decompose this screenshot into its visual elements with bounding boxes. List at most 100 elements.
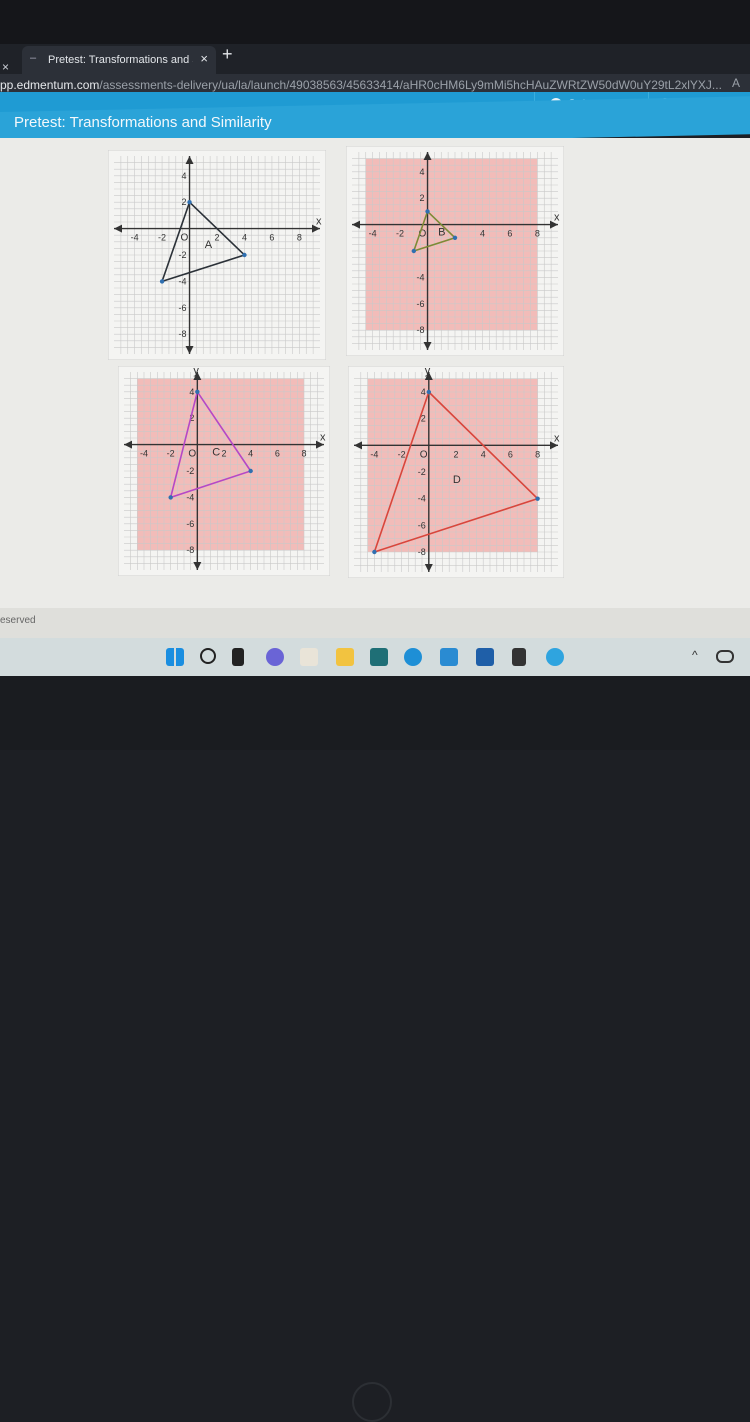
edge-icon[interactable] (404, 648, 422, 666)
x-tick-label: 6 (508, 449, 513, 459)
x-tick-label: 4 (480, 229, 485, 239)
y-tick-label: -2 (179, 250, 187, 260)
x-tick-label: 2 (214, 233, 219, 243)
origin-label: O (181, 233, 189, 244)
y-tick-label: -8 (418, 547, 426, 557)
vertex-point (187, 200, 192, 205)
url-text[interactable]: pp.edmentum.com/assessments-delivery/ua/… (0, 78, 722, 92)
y-tick-label: 4 (420, 167, 425, 177)
os-top-bar (0, 0, 750, 48)
vertex-point (248, 468, 253, 474)
file-explorer-icon[interactable] (336, 648, 354, 666)
x-tick-label: 4 (242, 233, 247, 243)
page-title: Pretest: Transformations and Similarity (14, 114, 272, 131)
dropbox-icon[interactable] (512, 648, 526, 666)
x-tick-label: -2 (158, 233, 166, 243)
mail-icon[interactable] (440, 648, 458, 666)
task-view-icon[interactable] (232, 648, 244, 666)
x-tick-label: -2 (398, 449, 406, 459)
x-tick-label: 6 (269, 233, 274, 243)
tab-favicon-icon: – (30, 52, 37, 64)
graph-option-d[interactable]: xy-4 -2 2 4 6 842-2-4-6-8OD (348, 366, 564, 578)
close-icon[interactable]: × (2, 60, 9, 74)
question-content: x -4 -2 2 4 6 8 4 2 -2 -4 -6 -8 O A x -4 -2 4 6 8 4 2 -4 -6 -8 O B… (0, 138, 750, 608)
y-tick-label: -2 (418, 467, 426, 477)
read-aloud-icon[interactable]: A (732, 76, 740, 90)
x-tick-label: 8 (301, 449, 306, 459)
y-tick-label: -8 (186, 545, 194, 555)
new-tab-button[interactable]: + (222, 44, 233, 65)
graph-option-a[interactable]: x -4 -2 2 4 6 8 4 2 -2 -4 -6 -8 O A (108, 150, 326, 360)
x-tick-label: 8 (535, 229, 540, 239)
graph-option-c[interactable]: xy-4 -2 2 4 6 842-2-4-6-8O C (118, 366, 330, 576)
url-host: pp.edmentum.com (0, 78, 100, 92)
x-tick-label: 4 (481, 449, 486, 459)
y-tick-label: 2 (182, 197, 187, 207)
show-hidden-icons-icon[interactable]: ^ (692, 648, 698, 662)
x-tick-label: -4 (370, 449, 378, 459)
skype-icon[interactable] (546, 648, 564, 666)
vertex-point (168, 495, 173, 500)
x-tick-label: -2 (396, 229, 404, 239)
x-tick-label: 4 (248, 449, 253, 459)
x-tick-label: 6 (507, 229, 512, 239)
x-tick-label: 2 (221, 449, 226, 459)
windows-taskbar: ^ (0, 638, 750, 676)
y-tick-label: -4 (418, 494, 426, 504)
x-axis-label: x (320, 432, 326, 444)
vertex-point (242, 252, 247, 258)
triangle-label: C (212, 446, 220, 458)
y-tick-label: -6 (186, 519, 194, 529)
x-tick-label: 8 (297, 233, 302, 243)
y-tick-label: -2 (186, 466, 194, 476)
x-tick-label: -2 (167, 449, 175, 459)
tab-title: Pretest: Transformations and Sim (48, 54, 193, 66)
x-axis-label: x (554, 432, 560, 444)
origin-label: O (188, 449, 196, 460)
origin-label: O (420, 449, 428, 460)
triangle-label: D (453, 474, 461, 486)
triangle-label: B (438, 226, 445, 238)
vertex-point (535, 496, 540, 501)
x-tick-label: -4 (140, 449, 148, 459)
page-footer: eserved (0, 608, 750, 640)
triangle-label: A (205, 239, 213, 251)
vertex-point (195, 389, 200, 394)
y-tick-label: -6 (418, 520, 426, 530)
x-tick-label: 8 (535, 449, 540, 459)
browser-tab-active[interactable]: – Pretest: Transformations and Sim × (22, 46, 216, 74)
y-tick-label: 4 (421, 387, 426, 397)
y-tick-label: -4 (186, 492, 194, 502)
hp-logo (352, 1382, 392, 1422)
graph-option-b[interactable]: x-4 -2 4 6 842-4-6-8O B (346, 146, 564, 356)
y-tick-label: 4 (189, 387, 194, 397)
y-axis-label: y (193, 366, 199, 377)
widgets-icon[interactable] (300, 648, 318, 666)
y-tick-label: -4 (417, 272, 425, 282)
y-tick-label: -8 (417, 325, 425, 335)
x-tick-label: -4 (369, 229, 377, 239)
vertex-point (372, 549, 377, 555)
vertex-point (426, 389, 431, 395)
windows-start-icon[interactable] (166, 648, 184, 666)
app-s-icon[interactable] (370, 648, 388, 666)
onedrive-icon[interactable] (716, 650, 734, 663)
vertex-point (452, 235, 458, 240)
y-tick-label: -6 (417, 299, 425, 309)
y-tick-label: 4 (182, 171, 187, 181)
store-icon[interactable] (476, 648, 494, 666)
x-tick-label: -4 (131, 233, 139, 243)
laptop-bezel (0, 676, 750, 1422)
vertex-point (425, 209, 430, 214)
vertex-point (411, 248, 416, 254)
y-tick-label: -8 (179, 329, 187, 339)
vertex-point (159, 279, 165, 284)
x-axis-label: x (316, 216, 322, 228)
teams-chat-icon[interactable] (266, 648, 284, 666)
search-icon[interactable] (200, 648, 216, 664)
y-tick-label: -4 (179, 276, 187, 286)
y-tick-label: 2 (420, 193, 425, 203)
x-axis-label: x (554, 212, 560, 224)
x-tick-label: 2 (453, 449, 458, 459)
tab-close-icon[interactable]: × (200, 51, 208, 66)
